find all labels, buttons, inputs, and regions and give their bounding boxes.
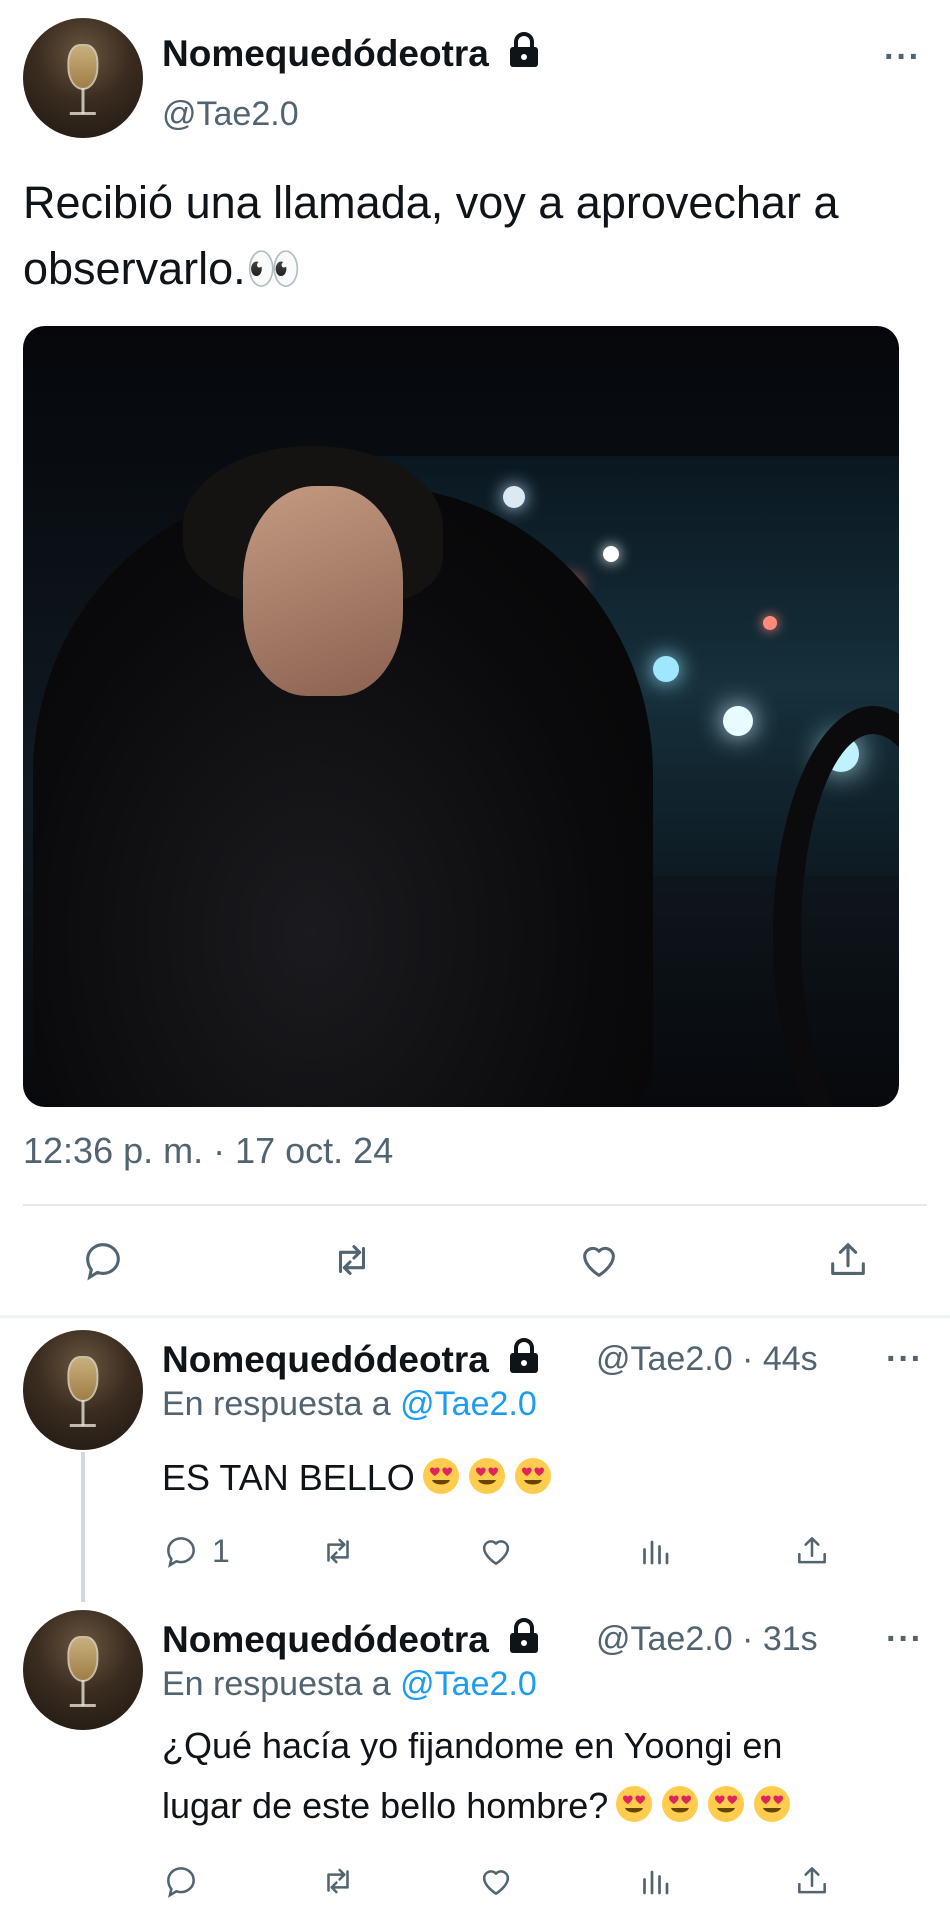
reply-author-name-text: Nomequedódeotra [162, 1619, 489, 1660]
replying-to: En respuesta a @Tae2.0 [162, 1385, 537, 1424]
reply-button[interactable] [162, 1862, 212, 1900]
heart-eyes-emoji [708, 1786, 745, 1822]
author-avatar[interactable] [23, 18, 143, 138]
like-button[interactable] [477, 1532, 515, 1570]
retweet-icon [327, 1868, 349, 1894]
heart-eyes-emoji [754, 1786, 791, 1822]
replying-to-label: En respuesta a [162, 1665, 391, 1703]
mention-link[interactable]: @Tae2.0 [400, 1665, 537, 1703]
like-button[interactable] [477, 1862, 515, 1900]
heart-eyes-emoji [616, 1786, 653, 1822]
share-button[interactable] [793, 1862, 831, 1900]
city-light [603, 546, 619, 562]
reply-handle-time[interactable]: @Tae2.0 · 44s [596, 1340, 818, 1379]
author-name-text: Nomequedódeotra [162, 33, 489, 74]
tweet-timestamp[interactable]: 12:36 p. m. · 17 oct. 24 [23, 1130, 393, 1172]
heart-eyes-emoji [468, 1458, 505, 1494]
city-light [503, 486, 525, 508]
retweet-icon [327, 1538, 349, 1564]
heart-eyes-emoji [422, 1458, 459, 1494]
wine-glass-stem [81, 1399, 85, 1426]
wine-glass-icon [67, 1356, 99, 1402]
analytics-icon [643, 1870, 669, 1895]
reply-text-line: ¿Qué hacía yo fijandome en Yoongi en [162, 1725, 783, 1766]
heart-eyes-emoji-group [415, 1457, 553, 1498]
reply-avatar[interactable] [23, 1330, 143, 1450]
reply-icon [167, 1867, 195, 1898]
retweet-button[interactable] [317, 1862, 359, 1900]
share-icon [798, 1867, 826, 1894]
thread-line [81, 1452, 85, 1602]
replying-to-label: En respuesta a [162, 1385, 391, 1423]
retweet-button[interactable] [327, 1237, 377, 1283]
more-options-button[interactable]: ··· [886, 1340, 923, 1379]
like-icon [583, 1246, 615, 1277]
analytics-icon [643, 1540, 669, 1565]
retweet-icon [338, 1245, 366, 1275]
tweet-text: Recibió una llamada, voy a aprovechar a … [23, 177, 839, 294]
reply-avatar[interactable] [23, 1610, 143, 1730]
reply-button[interactable] [80, 1237, 126, 1283]
heart-eyes-emoji [514, 1458, 551, 1494]
wine-glass-base [69, 1423, 97, 1427]
wine-glass-icon [67, 44, 99, 90]
reply-icon [86, 1243, 120, 1281]
reply-count: 1 [212, 1532, 230, 1569]
city-light [653, 656, 679, 682]
reply-text: ¿Qué hacía yo fijandome en Yoongi en lug… [162, 1716, 942, 1836]
reply-author-name[interactable]: Nomequedódeotra [162, 1338, 541, 1381]
more-options-button[interactable]: ··· [884, 38, 921, 77]
city-light [723, 706, 753, 736]
author-handle[interactable]: @Tae2.0 [162, 95, 299, 134]
reply-author-name-text: Nomequedódeotra [162, 1339, 489, 1380]
like-icon [482, 1870, 510, 1895]
views-button[interactable] [637, 1862, 673, 1900]
wine-glass-base [69, 1703, 97, 1707]
author-name[interactable]: Nomequedódeotra [162, 32, 541, 75]
like-button[interactable] [576, 1237, 622, 1283]
heart-eyes-emoji [662, 1786, 699, 1822]
reply-author-name[interactable]: Nomequedódeotra [162, 1618, 541, 1661]
lock-icon [510, 1618, 539, 1653]
views-button[interactable] [637, 1532, 673, 1570]
lock-icon [510, 1338, 539, 1373]
wine-glass-icon [67, 1636, 99, 1682]
more-options-button[interactable]: ··· [886, 1620, 923, 1659]
heart-eyes-emoji-group [608, 1785, 792, 1826]
reply-text-content: ES TAN BELLO [162, 1457, 415, 1498]
lock-icon [510, 32, 539, 67]
reply-handle-time[interactable]: @Tae2.0 · 31s [596, 1620, 818, 1659]
person-face [243, 486, 403, 696]
wine-glass-base [69, 111, 97, 115]
wine-glass-stem [81, 87, 85, 114]
tweet-media-image[interactable] [23, 326, 899, 1107]
share-icon [798, 1537, 826, 1564]
divider [0, 1315, 950, 1318]
share-button[interactable] [825, 1237, 871, 1283]
share-button[interactable] [793, 1532, 831, 1570]
reply-icon [167, 1537, 195, 1568]
reply-button[interactable]: 1 [162, 1532, 230, 1570]
divider [23, 1204, 927, 1206]
city-light [763, 616, 777, 630]
retweet-button[interactable] [317, 1532, 359, 1570]
mention-link[interactable]: @Tae2.0 [400, 1385, 537, 1423]
wine-glass-stem [81, 1679, 85, 1706]
reply-text: ES TAN BELLO [162, 1448, 553, 1508]
replying-to: En respuesta a @Tae2.0 [162, 1665, 537, 1704]
share-icon [831, 1243, 865, 1275]
reply-text-line: lugar de este bello hombre? [162, 1785, 609, 1826]
like-icon [482, 1540, 510, 1565]
